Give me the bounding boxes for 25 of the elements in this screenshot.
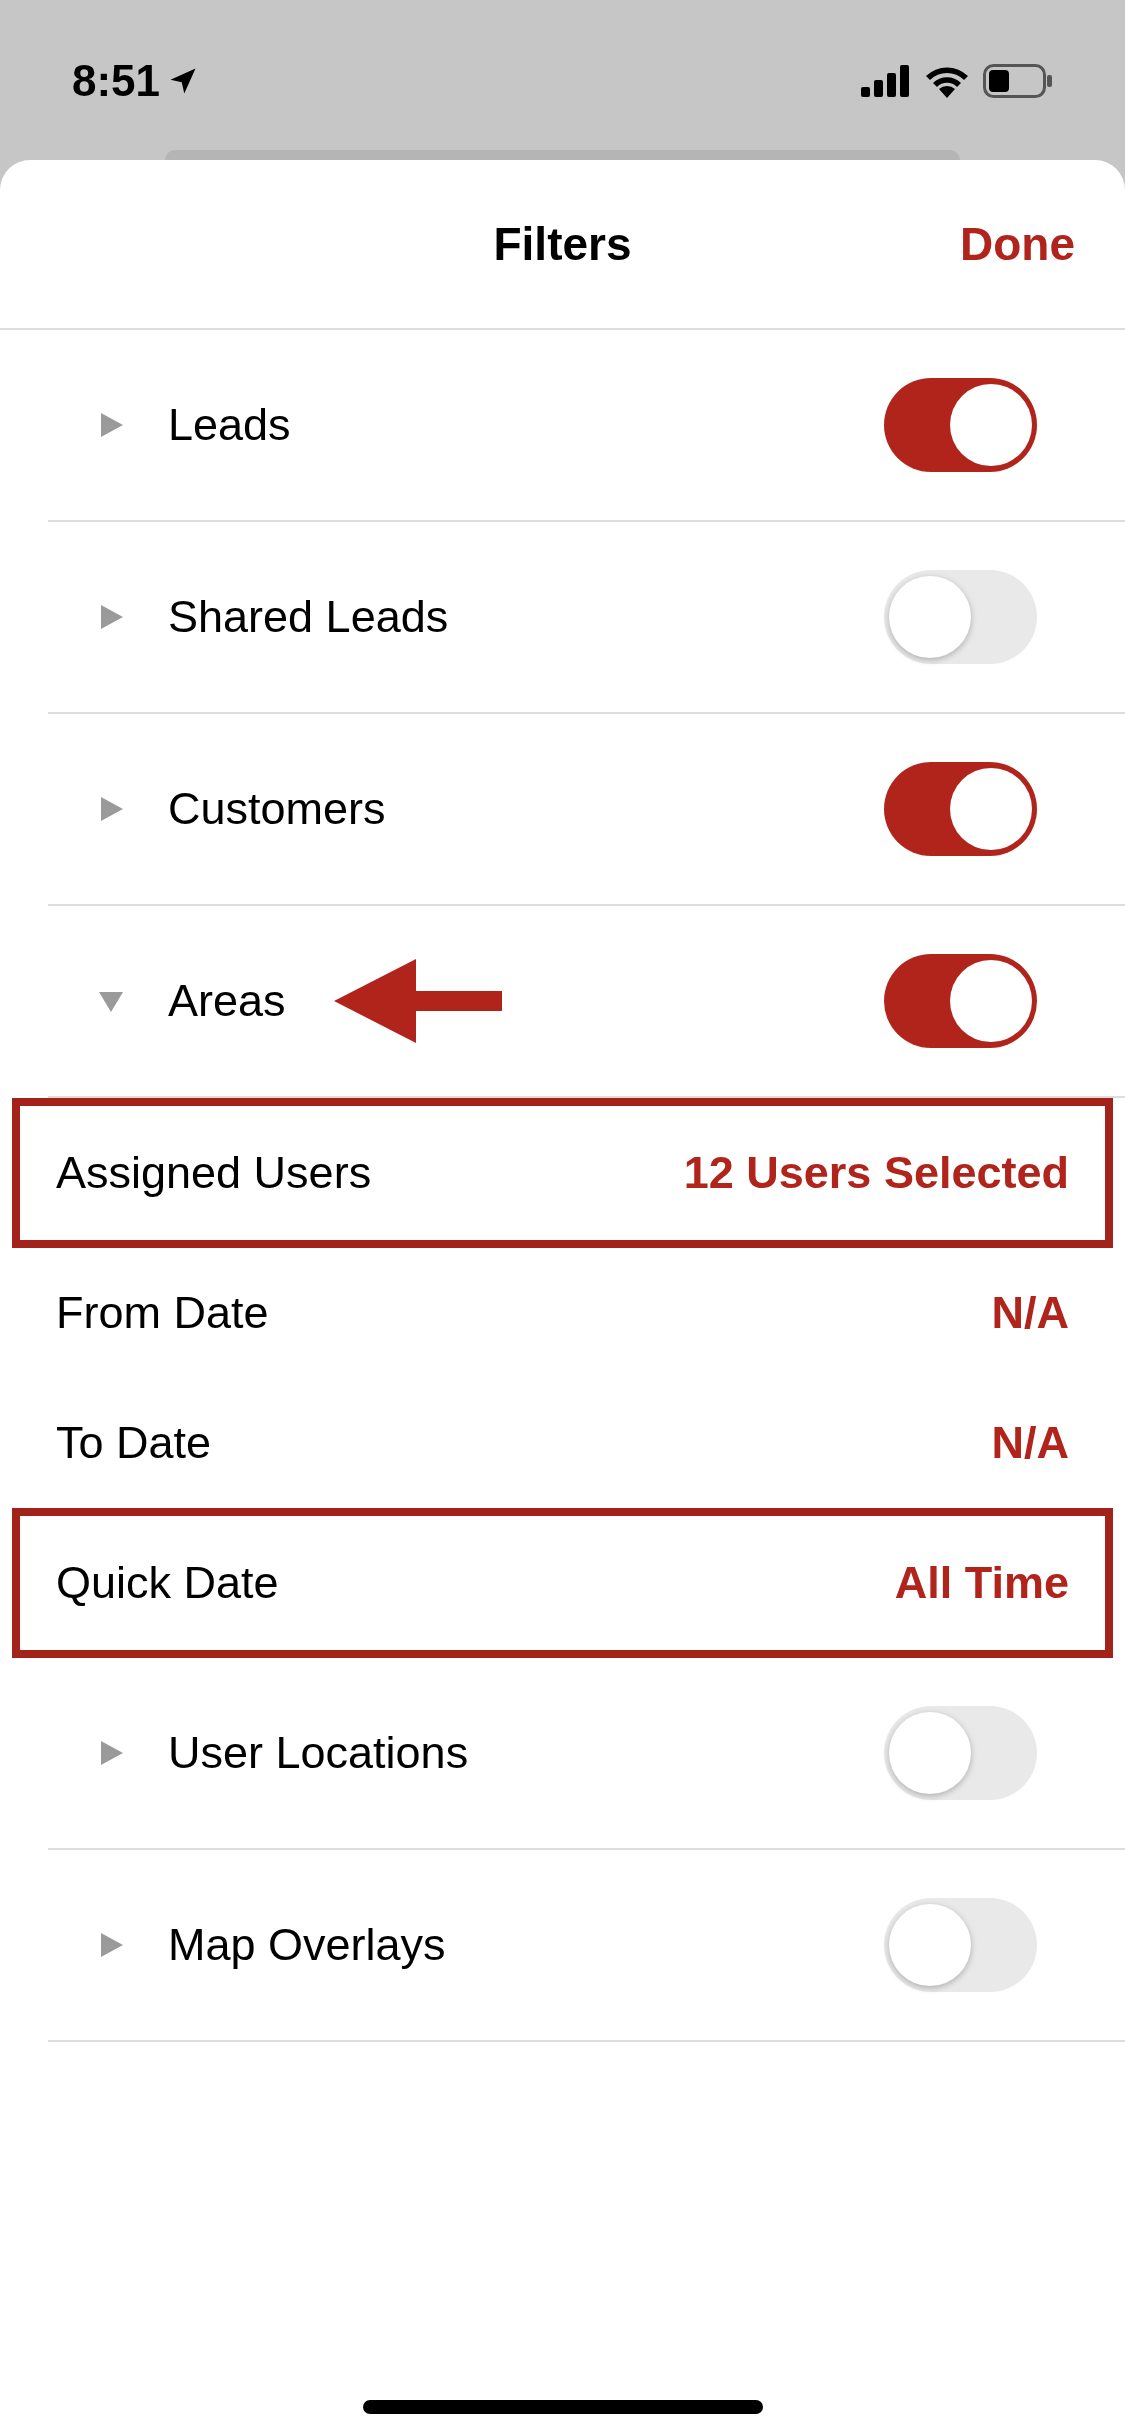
row-label: User Locations — [168, 1726, 469, 1781]
caret-right-icon[interactable] — [98, 604, 124, 630]
setting-label: Quick Date — [56, 1556, 279, 1611]
caret-right-icon[interactable] — [98, 1740, 124, 1766]
row-label: Shared Leads — [168, 590, 449, 645]
setting-value[interactable]: All Time — [894, 1549, 1069, 1617]
setting-value[interactable]: 12 Users Selected — [683, 1139, 1069, 1207]
row-label: Customers — [168, 782, 386, 837]
done-button[interactable]: Done — [960, 209, 1075, 279]
caret-right-icon[interactable] — [98, 796, 124, 822]
setting-label: Assigned Users — [56, 1146, 372, 1201]
wifi-icon — [925, 64, 969, 98]
row-label: Leads — [168, 398, 291, 453]
setting-value[interactable]: N/A — [991, 1279, 1069, 1347]
setting-label: From Date — [56, 1286, 269, 1341]
row-label: Map Overlays — [168, 1918, 446, 1973]
setting-value[interactable]: N/A — [991, 1409, 1069, 1477]
battery-icon — [983, 64, 1053, 98]
setting-label: To Date — [56, 1416, 212, 1471]
status-time: 8:51 — [72, 55, 161, 107]
caret-right-icon[interactable] — [98, 412, 124, 438]
row-label: Areas — [168, 974, 286, 1029]
signal-icon — [861, 65, 911, 97]
sheet-title: Filters — [493, 216, 632, 272]
caret-right-icon[interactable] — [98, 1932, 124, 1958]
